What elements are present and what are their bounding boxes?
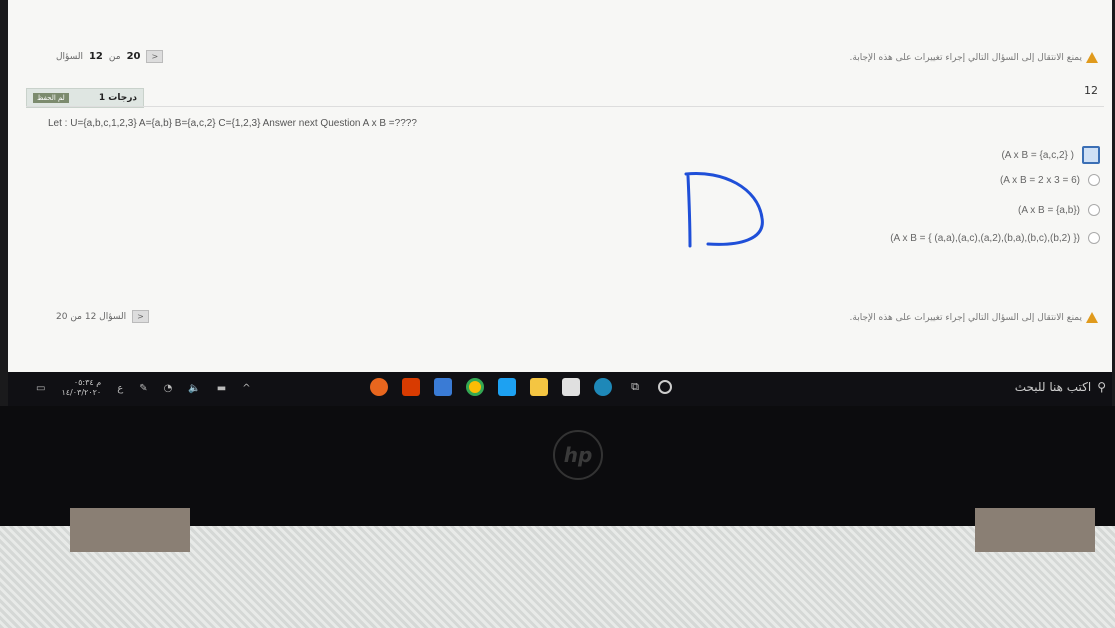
radio-button[interactable] [1088, 232, 1100, 244]
notification-icon[interactable]: ▭ [36, 383, 45, 394]
radio-button[interactable] [1088, 174, 1100, 186]
counter-badge[interactable]: < [132, 310, 149, 323]
search-icon: ⚲ [1097, 380, 1106, 394]
windows-taskbar: ▭ م ٠٥:٣٤ ١٤/٠٣/٢٠٢٠ ع ✎ ◔ 🔈 ▬ ^ ⧉ ⚲ اكت… [8, 372, 1112, 406]
answer-option[interactable]: (A x B = { (a,a),(a,c),(a,2),(b,a),(b,c)… [890, 232, 1100, 244]
pen-icon[interactable]: ✎ [139, 383, 147, 394]
system-tray: ▭ م ٠٥:٣٤ ١٤/٠٣/٢٠٢٠ ع ✎ ◔ 🔈 ▬ ^ [36, 378, 251, 398]
store-icon[interactable] [562, 378, 580, 396]
firefox-icon[interactable] [370, 378, 388, 396]
hinge-right [975, 508, 1095, 552]
task-view-icon[interactable]: ⧉ [626, 378, 644, 396]
points-label: 1 درجات [98, 93, 137, 103]
file-explorer-icon[interactable] [530, 378, 548, 396]
answer-option[interactable]: (A x B = {a,b}) [1018, 204, 1100, 216]
question-number: 12 [1084, 84, 1098, 97]
chevron-up-icon[interactable]: ^ [242, 383, 250, 394]
radio-button[interactable] [1088, 204, 1100, 216]
question-counter-bottom: < السؤال 12 من 20 [56, 310, 149, 323]
twitter-icon[interactable] [498, 378, 516, 396]
wifi-icon[interactable]: ◔ [164, 383, 173, 394]
answer-option[interactable]: (A x B = 2 x 3 = 6) [1000, 174, 1100, 186]
counter-badge[interactable]: < [146, 50, 164, 63]
cortana-icon[interactable] [658, 380, 672, 394]
warning-icon [1086, 312, 1098, 323]
office-icon[interactable] [402, 378, 420, 396]
answer-option[interactable]: (A x B = {a,c,2} ) [1001, 146, 1100, 164]
flag-question-button[interactable]: لم الحفظ [33, 93, 69, 103]
volume-icon[interactable]: 🔈 [188, 383, 200, 394]
language-indicator[interactable]: ع [117, 383, 123, 394]
warning-message-bottom: يمنع الانتقال إلى السؤال التالي إجراء تغ… [850, 312, 1098, 323]
divider [26, 106, 1104, 107]
quiz-bottom-bar: < السؤال 12 من 20 يمنع الانتقال إلى السؤ… [48, 306, 1104, 330]
grade-box: لم الحفظ 1 درجات [26, 88, 144, 108]
warning-message: يمنع الانتقال إلى السؤال التالي إجراء تغ… [850, 52, 1098, 63]
question-counter: < 20 من 12 السؤال [56, 50, 164, 63]
warning-icon [1086, 52, 1098, 63]
search-box[interactable]: ⚲ اكتب هنا للبحث [1015, 380, 1106, 394]
edge-icon[interactable] [594, 378, 612, 396]
handwritten-d-annotation [684, 171, 764, 248]
clock[interactable]: م ٠٥:٣٤ ١٤/٠٣/٢٠٢٠ [61, 378, 101, 398]
browser-screen: < 20 من 12 السؤال يمنع الانتقال إلى السؤ… [8, 0, 1112, 374]
quiz-top-bar: < 20 من 12 السؤال يمنع الانتقال إلى السؤ… [48, 46, 1104, 70]
pinned-apps: ⧉ [370, 378, 672, 396]
app-icon[interactable] [434, 378, 452, 396]
hp-logo: hp [553, 430, 603, 480]
question-text: Let : U={a,b,c,1,2,3} A={a,b} B={a,c,2} … [48, 118, 417, 129]
chrome-icon[interactable] [466, 378, 484, 396]
battery-icon[interactable]: ▬ [217, 383, 226, 394]
hinge-left [70, 508, 190, 552]
radio-selected[interactable] [1082, 146, 1100, 164]
